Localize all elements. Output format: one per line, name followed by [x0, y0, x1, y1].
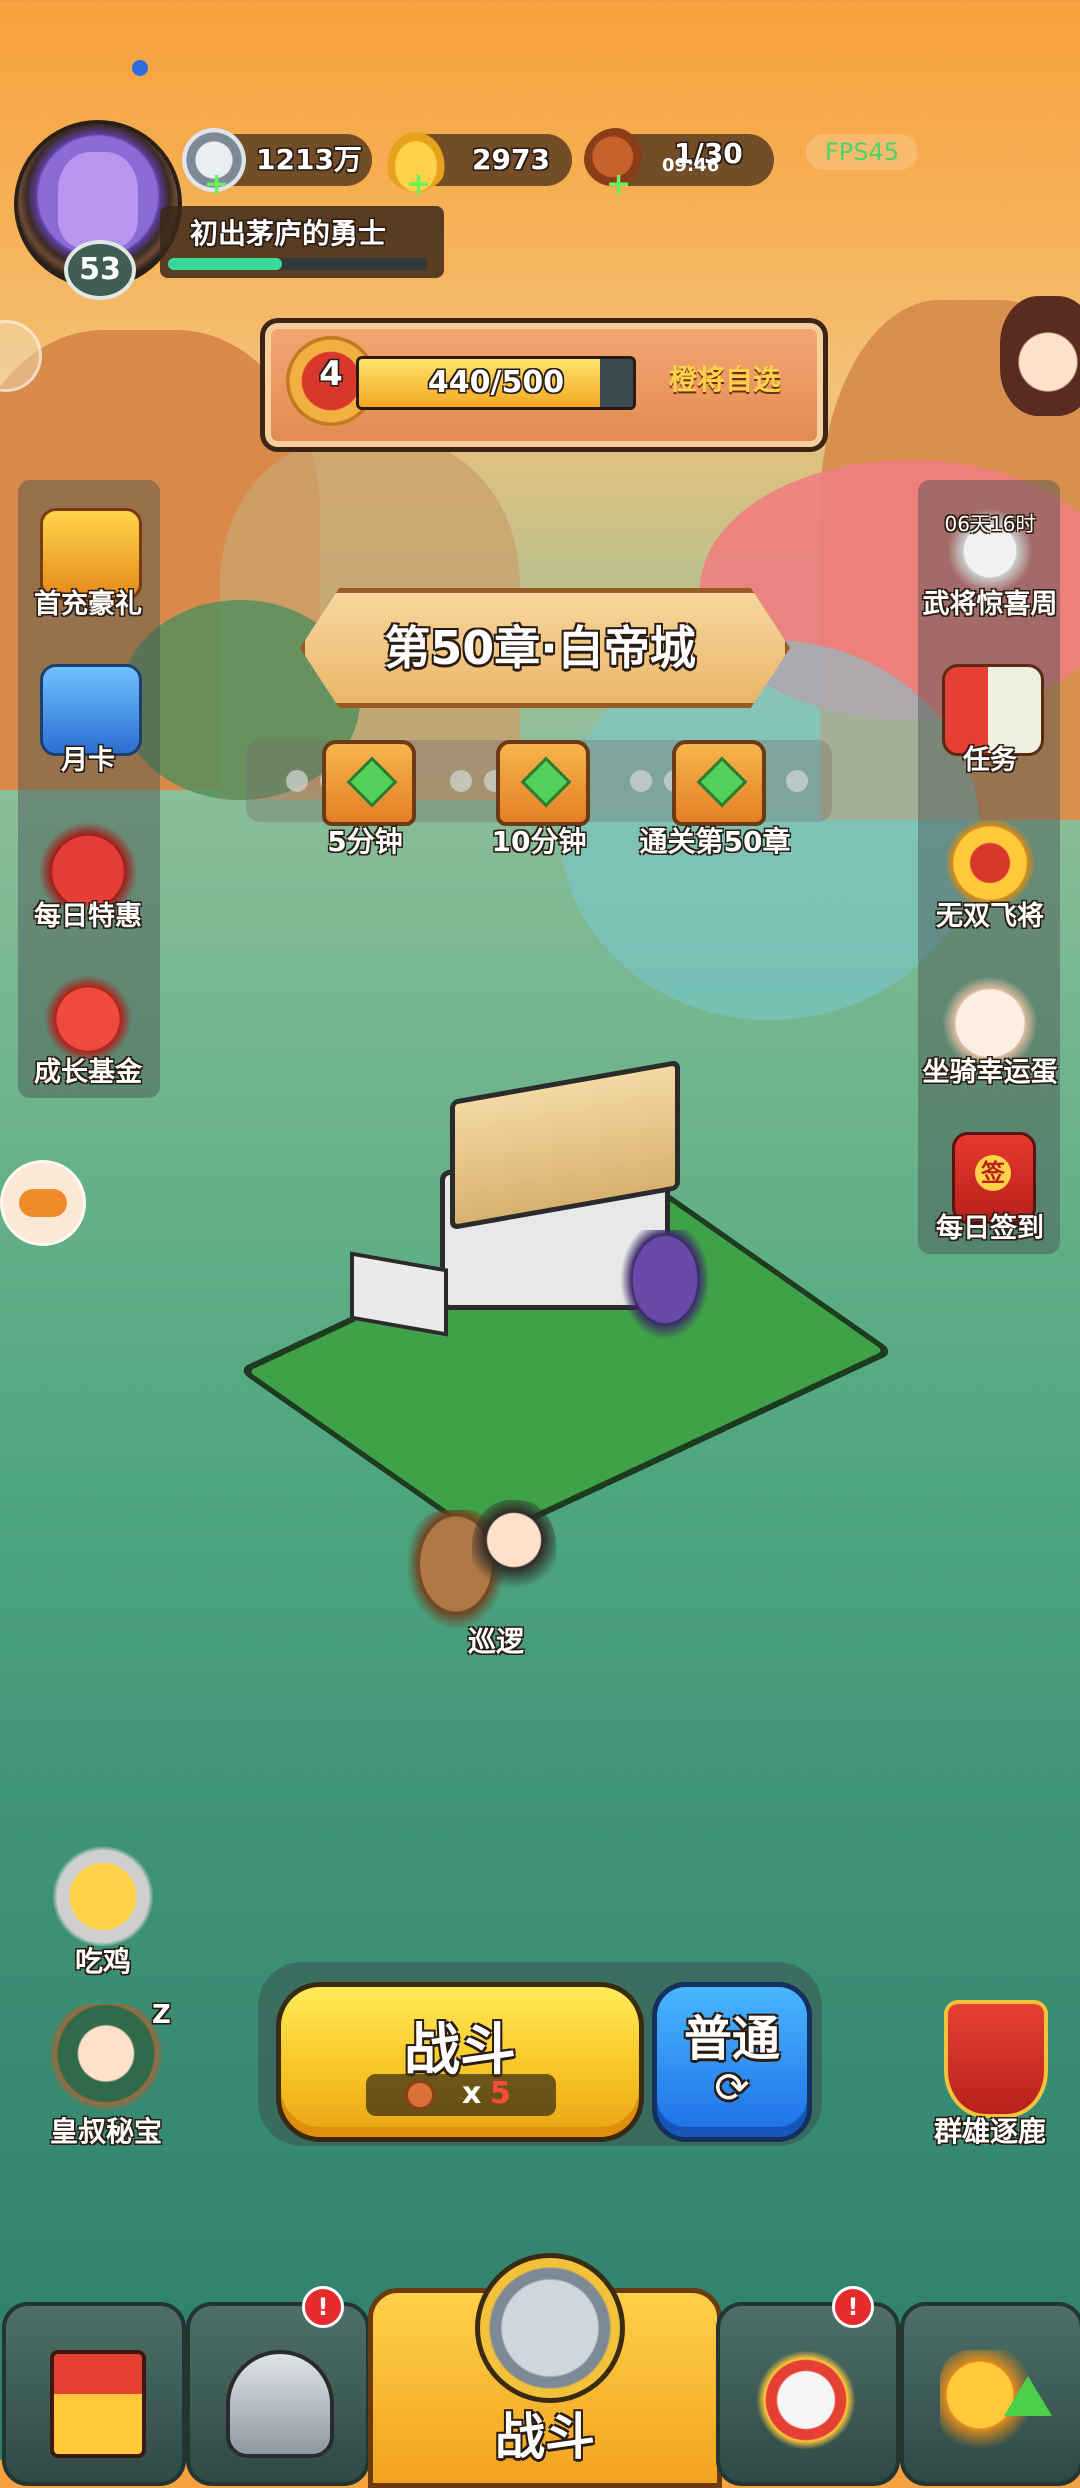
left-menu-label: 每日特惠 [34, 901, 142, 932]
sign-in-stamp: 签 [975, 1155, 1011, 1191]
chicken-event[interactable]: 吃鸡 [28, 1830, 178, 1980]
track-dot [450, 770, 472, 792]
purple-bird [620, 1230, 710, 1340]
sleep-z: Z [152, 2000, 171, 2030]
quest-progress-text: 440/500 [427, 365, 565, 400]
right-menu-item-unmatched-general[interactable]: 无双飞将 [910, 820, 1070, 932]
hero-week-timer: 06天16时 [944, 512, 1036, 536]
right-menu-label: 无双飞将 [936, 901, 1044, 932]
player-title-bar: 初出茅庐的勇士 [160, 206, 444, 278]
nav-alert-badge: ! [302, 2286, 344, 2328]
patrol-unit[interactable]: 巡逻 [396, 1500, 576, 1670]
nav-tab-events[interactable]: ! [716, 2286, 900, 2486]
chest-chapter-clear[interactable]: 通关第50章 [620, 740, 810, 860]
chest-gem [346, 756, 398, 808]
horn-icon [756, 2350, 856, 2450]
nav-tab-city[interactable] [2, 2302, 186, 2486]
silver-plus-icon[interactable]: + [204, 170, 229, 200]
silver-amount: 1213万 [256, 143, 362, 176]
quest-progress-bar: 440/500 [356, 356, 636, 410]
uncle-treasure[interactable]: Z 皇叔秘宝 [16, 2000, 196, 2150]
city-gate-icon [50, 2350, 146, 2458]
swords-emblem-icon [475, 2253, 625, 2403]
gold-plus-icon[interactable]: + [406, 170, 431, 200]
nav-alert-badge: ! [832, 2286, 874, 2328]
left-menu-label: 首充豪礼 [34, 589, 142, 620]
fps-counter: FPS45 [806, 134, 918, 170]
left-menu-item-daily-deal[interactable]: 每日特惠 [8, 820, 168, 932]
heroes-hunt-label: 群雄逐鹿 [933, 2115, 1046, 2148]
helmet-icon [226, 2350, 334, 2458]
right-menu-label: 坐骑幸运蛋 [922, 1057, 1058, 1088]
rider-icon [472, 1500, 556, 1600]
gold-pill[interactable]: + 2973 [384, 128, 572, 200]
girl-character-icon[interactable] [1000, 296, 1080, 416]
exp-bar-fill [168, 258, 283, 270]
shield-sword-icon [944, 2000, 1048, 2118]
treasure-chest-icon [496, 740, 590, 826]
patrol-label: 巡逻 [467, 1625, 524, 1658]
stamina-timer: 09:46 [662, 155, 720, 176]
chest-gem [520, 756, 572, 808]
sleeping-uncle-icon [46, 2004, 166, 2114]
gamepad-icon [19, 1189, 67, 1217]
quest-reward-label: 橙将自选 [668, 363, 781, 396]
player-level-badge: 53 [64, 240, 136, 300]
gamepad-float-button[interactable] [0, 1160, 86, 1246]
green-arrow-icon [1004, 2376, 1052, 2416]
left-menu-label: 月卡 [61, 745, 115, 776]
right-menu-label: 每日签到 [936, 1213, 1044, 1244]
nav-tab-upgrade[interactable] [900, 2302, 1080, 2486]
battle-cost-prefix: x [462, 2076, 482, 2111]
battle-button[interactable]: 战斗 [276, 1982, 644, 2142]
silver-pill[interactable]: + 1213万 [182, 128, 372, 200]
right-menu-item-daily-sign[interactable]: 签 每日签到 [910, 1132, 1070, 1244]
right-menu-label: 任务 [963, 745, 1017, 776]
exp-bar [168, 258, 428, 270]
chicken-icon [48, 1836, 158, 1946]
left-menu-label: 成长基金 [34, 1057, 142, 1088]
meat-icon [400, 2078, 440, 2112]
treasure-chest-icon [672, 740, 766, 826]
stamina-plus-icon[interactable]: + [606, 170, 631, 200]
right-menu-item-tasks[interactable]: 任务 [910, 664, 1070, 776]
chicken-label: 吃鸡 [74, 1945, 131, 1978]
treasure-chest-icon [322, 740, 416, 826]
chest-gem [696, 756, 748, 808]
left-menu-item-first-recharge[interactable]: 首充豪礼 [8, 508, 168, 620]
left-menu-item-month-card[interactable]: 月卡 [8, 664, 168, 776]
right-menu-item-mount-egg[interactable]: 坐骑幸运蛋 [910, 976, 1070, 1088]
chapter-title: 第50章·白帝城 [384, 621, 696, 675]
chest-5min[interactable]: 5分钟 [300, 740, 430, 860]
chest-10min[interactable]: 10分钟 [474, 740, 604, 860]
player-title: 初出茅庐的勇士 [190, 217, 387, 250]
battle-mode-button[interactable]: 普通 ⟳ [652, 1982, 812, 2142]
chest-label: 5分钟 [327, 825, 403, 858]
right-menu-label: 武将惊喜周 [922, 589, 1058, 620]
battle-mode-label: 普通 [683, 2011, 780, 2067]
unicorn-icon [58, 152, 138, 248]
left-menu-item-growth-fund[interactable]: 成长基金 [8, 976, 168, 1088]
nav-battle-label: 战斗 [495, 2408, 595, 2466]
refresh-icon: ⟳ [714, 2063, 750, 2112]
right-menu-item-hero-week[interactable]: 06天16时 武将惊喜周 [910, 508, 1070, 620]
stamina-pill[interactable]: + 1/30 09:46 [584, 128, 774, 200]
status-dot [132, 60, 148, 76]
nav-tab-heroes[interactable]: ! [186, 2286, 370, 2486]
nav-tab-battle[interactable]: 战斗 [368, 2253, 722, 2488]
heroes-hunt[interactable]: 群雄逐鹿 [900, 2000, 1080, 2150]
chest-label: 通关第50章 [639, 825, 791, 858]
battle-cost-value: 5 [490, 2076, 511, 2111]
gold-amount: 2973 [472, 143, 550, 176]
battle-cost: x 5 [366, 2074, 556, 2116]
chest-label: 10分钟 [491, 825, 587, 858]
uncle-treasure-label: 皇叔秘宝 [49, 2115, 162, 2148]
